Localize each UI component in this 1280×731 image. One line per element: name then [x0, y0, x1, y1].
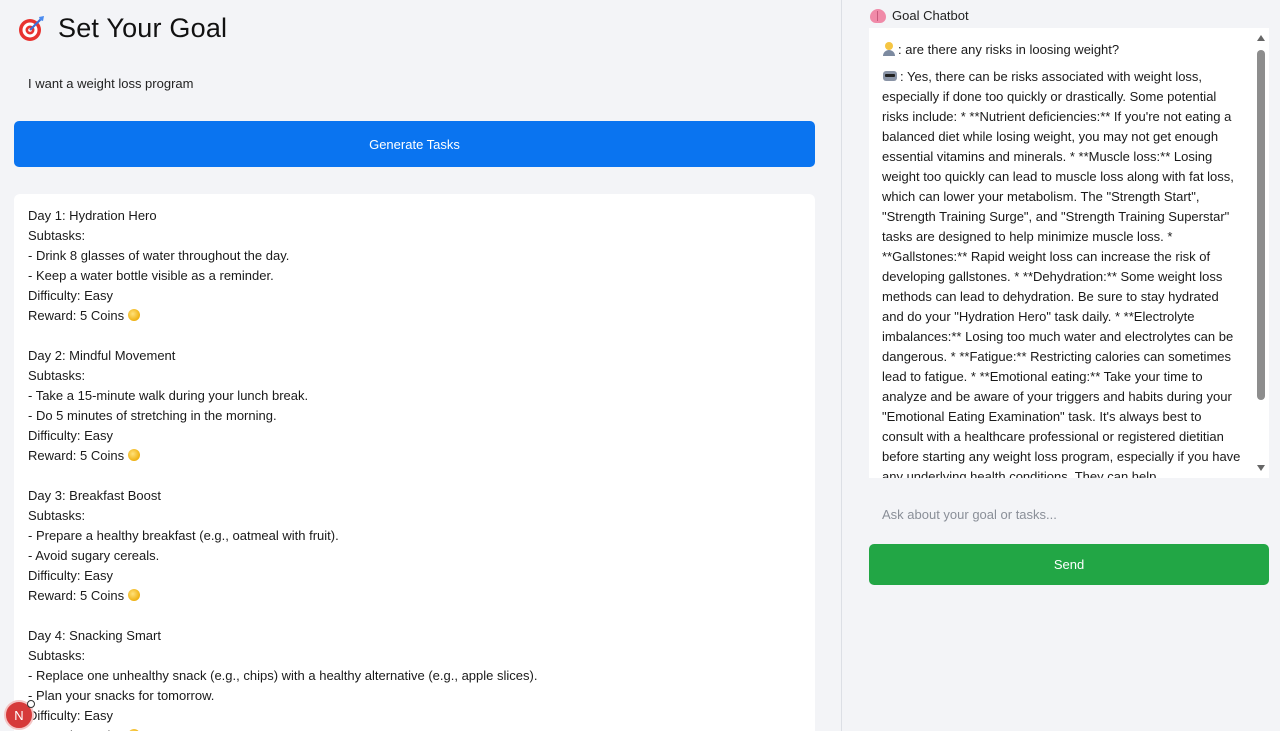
user-message: : are there any risks in loosing weight?: [882, 40, 1241, 60]
task-subtask: - Replace one unhealthy snack (e.g., chi…: [28, 668, 538, 683]
task-reward: Reward: 5 Coins: [28, 726, 801, 731]
task-subtasks-label: Subtasks:: [28, 508, 86, 523]
coin-icon: [128, 449, 141, 461]
target-dart-icon: [18, 14, 46, 42]
goal-input[interactable]: [14, 66, 815, 100]
generate-tasks-button[interactable]: Generate Tasks: [14, 121, 815, 167]
user-avatar-icon: [882, 42, 896, 56]
task-subtasks-label: Subtasks:: [28, 228, 86, 243]
chat-scrollbar[interactable]: [1253, 28, 1269, 478]
title-row: Set Your Goal: [18, 10, 227, 46]
task-title: Day 2: Mindful Movement: [28, 348, 176, 363]
chat-history[interactable]: : are there any risks in loosing weight?…: [869, 28, 1269, 478]
page-title: Set Your Goal: [58, 12, 228, 43]
task-subtask: - Prepare a healthy breakfast (e.g., oat…: [28, 528, 339, 543]
task-subtasks-label: Subtasks:: [28, 648, 86, 663]
task-subtask: - Keep a water bottle visible as a remin…: [28, 268, 274, 283]
task-subtask: - Drink 8 glasses of water throughout th…: [28, 248, 290, 263]
brain-icon: [870, 8, 886, 23]
task-title: Day 1: Hydration Hero: [28, 208, 157, 223]
task-subtask: - Do 5 minutes of stretching in the morn…: [28, 408, 277, 423]
task-subtask: - Take a 15-minute walk during your lunc…: [28, 388, 309, 403]
task-reward-text: Reward: 5 Coins: [28, 588, 125, 603]
robot-icon: [882, 69, 898, 83]
task-difficulty: Difficulty: Easy: [28, 428, 114, 443]
scroll-thumb[interactable]: [1257, 50, 1265, 400]
chatbot-header: Goal Chatbot: [870, 8, 969, 23]
task-title: Day 4: Snacking Smart: [28, 628, 161, 643]
send-button[interactable]: Send: [869, 544, 1269, 585]
task-difficulty: Difficulty: Easy: [28, 288, 114, 303]
chatbot-panel: Goal Chatbot : are there any risks in lo…: [843, 0, 1280, 731]
task-reward-text: Reward: 5 Coins: [28, 448, 125, 463]
cursor-indicator: [27, 700, 35, 708]
task-block: Day 1: Hydration Hero Subtasks: - Drink 8 …: [28, 206, 801, 326]
task-title: Day 3: Breakfast Boost: [28, 488, 161, 503]
scroll-down-icon[interactable]: [1257, 465, 1265, 471]
coin-icon: [128, 589, 141, 601]
task-reward-text: Reward: 5 Coins: [28, 308, 125, 323]
task-difficulty: Difficulty: Easy: [28, 568, 114, 583]
tasks-output: Day 1: Hydration Hero Subtasks: - Drink 8 …: [14, 194, 815, 731]
task-subtask: - Avoid sugary cereals.: [28, 548, 160, 563]
task-reward: Reward: 5 Coins: [28, 586, 801, 606]
message-text: : are there any risks in loosing weight?: [898, 42, 1120, 57]
message-text: : Yes, there can be risks associated wit…: [882, 69, 1241, 478]
chatbot-title: Goal Chatbot: [892, 8, 969, 23]
task-block: Day 2: Mindful Movement Subtasks: - Take a…: [28, 346, 801, 466]
coin-icon: [128, 309, 141, 321]
task-subtask: - Plan your snacks for tomorrow.: [28, 688, 215, 703]
task-block: Day 3: Breakfast Boost Subtasks: - Prepare…: [28, 486, 801, 606]
task-subtasks-label: Subtasks:: [28, 368, 86, 383]
chat-messages: : are there any risks in loosing weight?…: [869, 28, 1253, 478]
task-reward: Reward: 5 Coins: [28, 446, 801, 466]
task-difficulty: Difficulty: Easy: [28, 708, 114, 723]
goal-panel: Set Your Goal Generate Tasks Day 1: Hydr…: [0, 0, 842, 731]
task-block: Day 4: Snacking Smart Subtasks: - Replace …: [28, 626, 801, 731]
scroll-up-icon[interactable]: [1257, 35, 1265, 41]
task-reward: Reward: 5 Coins: [28, 306, 801, 326]
chat-input[interactable]: [869, 498, 1269, 530]
bot-message: : Yes, there can be risks associated wit…: [882, 67, 1241, 478]
